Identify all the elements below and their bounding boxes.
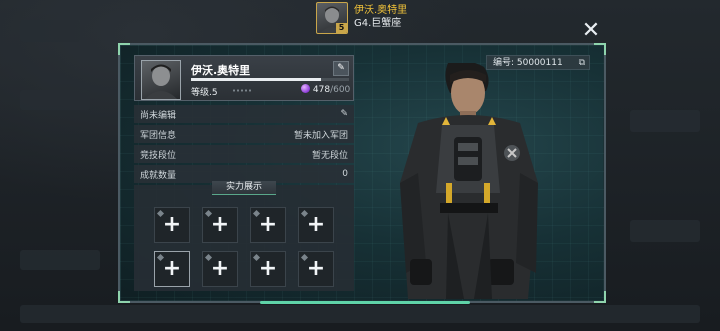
gem-max: /600 [330,85,351,95]
showcase-slot[interactable]: + [202,251,238,287]
plus-icon: + [162,256,182,281]
player-level: 等级.5 [191,88,218,98]
info-rows: 尚未编辑 ✎ 军团信息 暂未加入军团 竞技段位 暂无段位 成就数量 0 [134,105,354,185]
gem-icon [301,84,310,93]
gem-current: 478 [312,85,331,95]
level-dots [232,89,252,92]
top-player-chip: 5 伊沃.奥特里 G4.巨蟹座 [316,2,407,34]
player-name: 伊沃.奥特里 [191,64,251,77]
showcase-slot[interactable]: + [202,207,238,243]
copy-icon[interactable]: ⧉ [579,56,585,71]
panel-bottom-glow [260,301,470,304]
showcase-slots: + + + + + + + + [154,207,334,287]
character-portrait [400,63,538,299]
row-label: 军团信息 [140,130,177,141]
plus-icon: + [258,256,278,281]
close-icon[interactable]: ✕ [580,20,602,42]
showcase-slot[interactable]: + [298,207,334,243]
top-player-rank: G4.巨蟹座 [354,18,402,29]
profile-header: 伊沃.奥特里 ✎ 等级.5 478/600 [134,55,354,101]
row-signature[interactable]: 尚未编辑 ✎ [134,105,354,123]
plus-icon: + [306,256,326,281]
profile-panel: 编号: 50000111 ⧉ 伊沃.奥特里 ✎ 等级.5 478/600 尚未编… [118,43,606,304]
gem-counter: 478/600 [301,84,350,95]
plus-icon: + [210,256,230,281]
edit-name-icon[interactable]: ✎ [333,61,349,76]
showcase-slot[interactable]: + [154,207,190,243]
top-player-name: 伊沃.奥特里 [354,5,408,16]
showcase-slot[interactable]: + [298,251,334,287]
plus-icon: + [162,212,182,237]
edit-signature-icon[interactable]: ✎ [340,109,348,119]
row-value: 0 [342,169,348,179]
plus-icon: + [258,212,278,237]
row-label: 成就数量 [140,170,177,181]
showcase-slot[interactable]: + [154,251,190,287]
row-label: 尚未编辑 [140,110,177,121]
row-label: 竞技段位 [140,150,177,161]
showcase-slot[interactable]: + [250,207,286,243]
plus-icon: + [210,212,230,237]
showcase-section: 实力展示 + + + + + + + + [134,181,354,291]
player-avatar[interactable] [141,60,181,100]
top-avatar[interactable]: 5 [316,2,348,34]
top-level-badge: 5 [336,23,347,33]
showcase-slot[interactable]: + [250,251,286,287]
row-value: 暂无段位 [311,150,348,161]
profile-card: 伊沃.奥特里 ✎ 等级.5 478/600 尚未编辑 ✎ 军团信息 暂未加入军团… [134,55,354,291]
row-value: 暂未加入军团 [293,130,348,141]
exp-bar [191,78,349,81]
row-rank: 竞技段位 暂无段位 [134,145,354,163]
row-legion: 军团信息 暂未加入军团 [134,125,354,143]
showcase-title: 实力展示 [212,181,276,195]
plus-icon: + [306,212,326,237]
